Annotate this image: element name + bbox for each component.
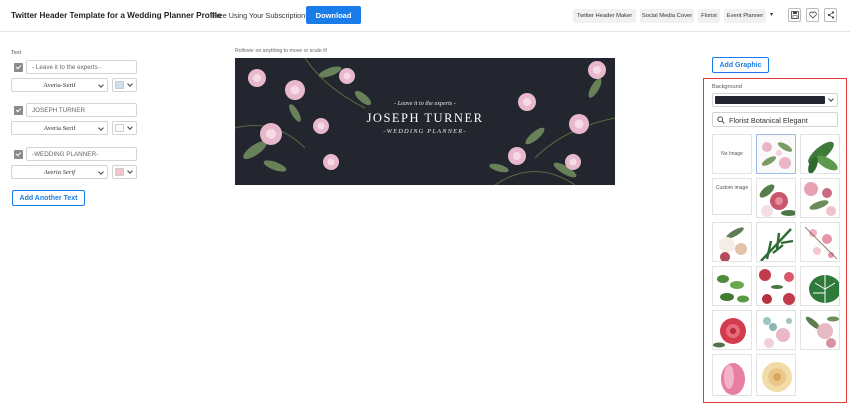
custom-image-option[interactable]: Custom image [712,178,752,215]
chevron-down-icon [127,81,133,87]
bg-thumb-red-roses-frame[interactable] [756,266,796,306]
text-2-checkbox[interactable] [14,106,23,115]
bg-thumb-monstera-leaf[interactable] [800,266,840,306]
text-3-font-select[interactable]: Averia Serif [11,165,108,179]
top-bar: Twitter Header Template for a Wedding Pl… [0,0,850,32]
canvas-hint: Rollover on anything to move or scale it… [235,48,328,54]
text-3-checkbox[interactable] [14,150,23,159]
text-1-checkbox[interactable] [14,63,23,72]
bg-thumb-tropical-leaves[interactable] [800,134,840,174]
chevron-down-icon [98,82,104,88]
bg-thumb-peony-bouquet[interactable] [756,178,796,218]
text-2-input[interactable]: JOSEPH TURNER [26,103,137,117]
add-graphic-button[interactable]: Add Graphic [712,57,769,73]
heart-icon[interactable] [806,8,819,22]
bg-thumb-pink-tulip[interactable] [712,354,752,396]
download-button[interactable]: Download [306,6,361,24]
bg-thumb-white-lily-arrangement[interactable] [712,222,752,262]
text-section-label: Text [11,50,22,56]
text-1-font-label: Averia-Serif [43,81,76,89]
no-image-label: No Image [721,151,743,157]
bg-thumb-pink-blossom-branches[interactable] [756,134,796,174]
tags-dropdown-caret[interactable]: ▾ [770,11,773,18]
bg-thumb-protea-bouquet[interactable] [800,310,840,350]
share-icon[interactable] [824,8,837,22]
text-2-font-label: Averia Serif [43,124,76,132]
background-label: Background [712,84,742,90]
text-2-font-select[interactable]: Averia Serif [11,121,108,135]
color-swatch [115,81,124,89]
save-icon[interactable] [788,8,801,22]
no-image-option[interactable]: No Image [712,134,752,174]
text-1-font-select[interactable]: Averia-Serif [11,78,108,92]
chevron-down-icon [828,96,834,102]
tag-twitter-header-maker[interactable]: Twitter Header Maker [573,9,636,23]
background-color-select[interactable] [712,93,838,107]
text-3-color-picker[interactable] [112,165,137,179]
chevron-down-icon [98,125,104,131]
add-another-text-button[interactable]: Add Another Text [12,190,85,206]
tag-event-planner[interactable]: Event Planner [724,9,766,23]
bg-thumb-pink-floral-corner[interactable] [800,178,840,218]
bg-thumb-green-leaf-sprigs[interactable] [712,266,752,306]
text-1-input[interactable]: - Leave it to the experts - [26,60,137,74]
banner-tagline[interactable]: - Leave it to the experts - [235,100,615,107]
header-canvas[interactable]: - Leave it to the experts - JOSEPH TURNE… [235,58,615,185]
bg-thumb-red-rose[interactable] [712,310,752,350]
subscription-note: Free Using Your Subscription! [212,11,308,20]
chevron-down-icon [98,169,104,175]
text-3-input[interactable]: -WEDDING PLANNER- [26,147,137,161]
color-swatch [115,168,124,176]
background-search-input[interactable]: Florist Botanical Elegant [712,112,838,127]
bg-thumb-palm-leaves[interactable] [756,222,796,262]
custom-image-label: Custom image [715,185,749,191]
banner-name[interactable]: JOSEPH TURNER [235,111,615,126]
bg-thumb-cherry-blossom[interactable] [800,222,840,262]
text-1-color-picker[interactable] [112,78,137,92]
text-3-font-label: Averia Serif [43,168,76,176]
background-color-swatch [715,96,825,104]
text-2-color-picker[interactable] [112,121,137,135]
tag-florist[interactable]: Florist [698,9,720,23]
chevron-down-icon [127,168,133,174]
page-title: Twitter Header Template for a Wedding Pl… [11,11,222,20]
chevron-down-icon [127,124,133,130]
bg-thumb-eucalyptus-pink[interactable] [756,310,796,350]
search-icon [717,116,725,124]
color-swatch [115,124,124,132]
banner-profession[interactable]: -WEDDING PLANNER- [235,128,615,135]
bg-thumb-cream-dahlia[interactable] [756,354,796,396]
tag-social-media-cover[interactable]: Social Media Cover [640,9,694,23]
search-value: Florist Botanical Elegant [729,116,808,125]
